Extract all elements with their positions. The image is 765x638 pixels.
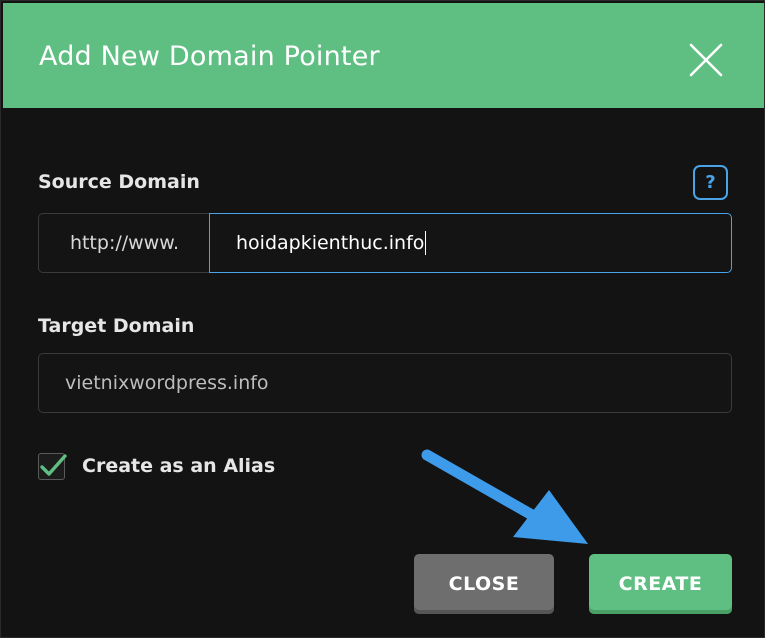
target-domain-input[interactable]: vietnixwordpress.info — [38, 353, 732, 413]
arrow-annotation-icon — [421, 449, 588, 544]
create-button[interactable]: CREATE — [589, 554, 732, 614]
close-button[interactable]: CLOSE — [414, 554, 554, 614]
target-domain-value: vietnixwordpress.info — [65, 372, 269, 394]
text-caret — [425, 231, 427, 255]
dialog-title: Add New Domain Pointer — [39, 41, 380, 72]
check-icon — [40, 454, 67, 476]
question-mark-icon[interactable]: ? — [693, 165, 728, 200]
source-domain-value: hoidapkienthuc.info — [236, 232, 425, 254]
alias-checkbox[interactable] — [38, 453, 67, 480]
dialog-header: Add New Domain Pointer — [3, 3, 764, 108]
source-domain-prefix-text: http://www. — [69, 232, 180, 254]
source-domain-prefix: http://www. — [38, 213, 210, 273]
help-glyph: ? — [705, 172, 716, 193]
target-domain-label: Target Domain — [38, 315, 195, 337]
source-domain-input[interactable]: hoidapkienthuc.info — [209, 213, 732, 273]
add-domain-pointer-dialog: Add New Domain Pointer Source Domain ? h… — [0, 0, 765, 638]
close-icon[interactable] — [689, 43, 723, 77]
alias-checkbox-label[interactable]: Create as an Alias — [82, 455, 275, 477]
source-domain-label: Source Domain — [38, 171, 200, 193]
